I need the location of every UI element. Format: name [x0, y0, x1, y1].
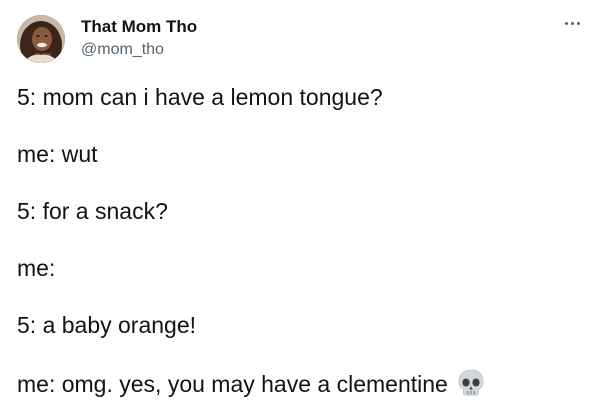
- tweet-line-text: me: omg. yes, you may have a clementine: [17, 371, 448, 397]
- more-horizontal-icon[interactable]: [558, 11, 586, 35]
- tweet-line: 5: for a snack?: [17, 198, 168, 224]
- author-handle[interactable]: @mom_tho: [81, 40, 164, 60]
- avatar-photo: [17, 15, 65, 63]
- tweet-text: 5: mom can i have a lemon tongue? me: wu…: [17, 83, 587, 398]
- tweet-line: me: wut: [17, 141, 98, 167]
- tweet-line-last: me: omg. yes, you may have a clementine: [17, 368, 587, 398]
- tweet-line: me:: [17, 255, 56, 281]
- tweet-line: 5: mom can i have a lemon tongue?: [17, 84, 383, 110]
- avatar[interactable]: [17, 15, 65, 63]
- tweet-line: 5: a baby orange!: [17, 312, 197, 338]
- more-dot: [564, 21, 568, 25]
- skull-emoji-icon: [456, 368, 486, 398]
- more-dot: [570, 21, 574, 25]
- tweet-card: That Mom Tho @mom_tho 5: mom can i have …: [0, 0, 599, 417]
- more-dot: [576, 21, 580, 25]
- author-name[interactable]: That Mom Tho: [81, 17, 197, 37]
